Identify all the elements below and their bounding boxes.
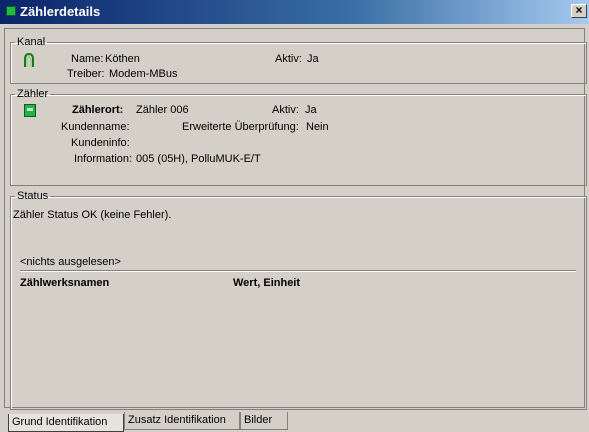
kanal-legend: Kanal <box>17 36 46 48</box>
status-group: Status <box>10 190 587 410</box>
name-value: Köthen <box>105 53 140 65</box>
kundeninfo-label: Kundeninfo: <box>71 137 130 149</box>
zaehlerort-value: Zähler 006 <box>136 104 189 116</box>
status-message: Zähler Status OK (keine Fehler). <box>13 209 172 221</box>
information-value: 005 (05H), PolluMUK-E/T <box>136 153 261 165</box>
erweitert-label: Erweiterte Überprüfung: <box>182 121 299 133</box>
zaehler-aktiv-value: Ja <box>305 104 317 116</box>
zaehlerort-label: Zählerort: <box>72 104 124 116</box>
not-read-text: <nichts ausgelesen> <box>20 256 121 268</box>
kundenname-label: Kundenname: <box>61 121 130 133</box>
separator <box>20 270 576 272</box>
kanal-aktiv-label: Aktiv: <box>275 53 302 65</box>
tab-grund-identifikation[interactable]: Grund Identifikation <box>8 414 124 432</box>
column-header-value[interactable]: Wert, Einheit <box>233 277 300 289</box>
app-icon <box>6 6 16 16</box>
antenna-icon <box>24 52 34 67</box>
close-button[interactable]: × <box>571 4 587 18</box>
window-title: Zählerdetails <box>20 4 101 19</box>
status-legend: Status <box>17 190 49 202</box>
tab-bilder[interactable]: Bilder <box>240 412 288 430</box>
column-header-names[interactable]: Zählwerksnamen <box>20 277 109 289</box>
treiber-value: Modem-MBus <box>109 68 178 80</box>
name-label: Name: <box>71 53 104 65</box>
kanal-aktiv-value: Ja <box>307 53 319 65</box>
erweitert-value: Nein <box>306 121 329 133</box>
zaehler-legend: Zähler <box>17 88 49 100</box>
zaehler-aktiv-label: Aktiv: <box>272 104 299 116</box>
information-label: Information: <box>74 153 133 165</box>
title-bar: Zählerdetails × <box>0 0 589 24</box>
meter-icon <box>24 104 36 117</box>
tab-zusatz-identifikation[interactable]: Zusatz Identifikation <box>124 412 240 430</box>
treiber-label: Treiber: <box>67 68 105 80</box>
